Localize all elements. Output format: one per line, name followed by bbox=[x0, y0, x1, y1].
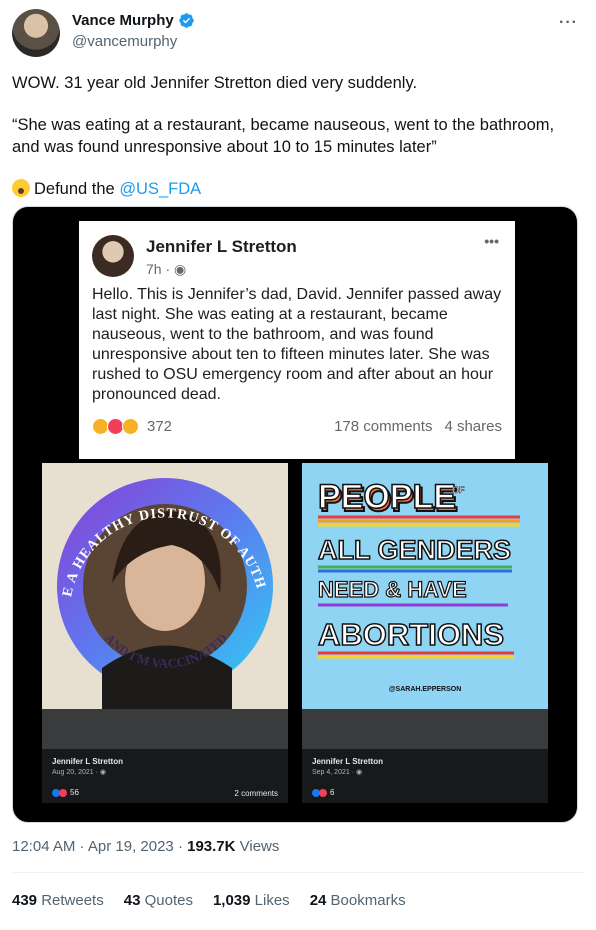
tweet-meta: 12:04 AM · Apr 19, 2023 · 193.7K Views bbox=[12, 838, 279, 855]
likes-count: 1,039 bbox=[212, 892, 251, 909]
fb-post-name: Jennifer L Stretton bbox=[146, 237, 297, 256]
fb-more-icon: ••• bbox=[484, 233, 499, 249]
wow-reaction-icon bbox=[122, 418, 139, 435]
retweets-stat[interactable]: 439 Retweets bbox=[12, 892, 104, 909]
more-icon[interactable]: ··· bbox=[559, 14, 578, 32]
poster-line-2: ALL GENDERS bbox=[318, 535, 511, 565]
tweet-line-3: Defund the @US_FDA bbox=[12, 178, 582, 200]
fb-post-body: Hello. This is Jennifer’s dad, David. Je… bbox=[92, 286, 502, 403]
bookmarks-stat[interactable]: 24 Bookmarks bbox=[310, 892, 406, 909]
card-separator bbox=[42, 709, 288, 749]
exploding-head-emoji bbox=[12, 179, 30, 197]
poster-line-1: PEOPLE bbox=[318, 478, 456, 516]
views-count: 193.7K bbox=[187, 838, 236, 855]
verified-icon bbox=[178, 13, 194, 28]
right-card-date-text: Sep 4, 2021 · bbox=[312, 769, 356, 776]
tweet-timestamp[interactable]: 12:04 AM · Apr 19, 2023 · bbox=[12, 838, 187, 855]
quotes-stat[interactable]: 43 Quotes bbox=[124, 892, 193, 909]
globe-icon: ◉ bbox=[174, 261, 187, 277]
poster-credit: @SARAH.EPPERSON bbox=[389, 686, 462, 693]
love-reaction-icon bbox=[319, 788, 327, 797]
fb-post-time-text: 7h · bbox=[146, 261, 175, 277]
abortion-poster-image: PEOPLE PEOPLE OF ALL GENDERS NEED & HAVE… bbox=[302, 463, 548, 709]
author-handle[interactable]: @vancemurphy bbox=[72, 33, 177, 50]
left-card-comments: 2 comments bbox=[234, 789, 278, 798]
bookmarks-count: 24 bbox=[309, 892, 327, 909]
retweets-label: Retweets bbox=[37, 892, 104, 909]
fb-post-time: 7h · ◉ bbox=[146, 261, 186, 278]
right-card-name: Jennifer L Stretton bbox=[312, 757, 383, 766]
quotes-label: Quotes bbox=[140, 892, 193, 909]
left-card-name: Jennifer L Stretton bbox=[52, 757, 123, 766]
globe-icon: ◉ bbox=[355, 769, 363, 776]
left-card-reaction-count: 56 bbox=[70, 788, 79, 797]
right-card-reactions: 6 bbox=[312, 788, 334, 797]
likes-stat[interactable]: 1,039 Likes bbox=[213, 892, 290, 909]
views-label: Views bbox=[235, 838, 280, 855]
engagement-stats: 439 Retweets 43 Quotes 1,039 Likes 24 Bo… bbox=[12, 892, 406, 909]
vaccinated-profile-photo: I HAVE A HEALTHY DISTRUST OF AUTHORITY A… bbox=[42, 463, 288, 709]
facebook-post: Jennifer L Stretton 7h · ◉ ••• Hello. Th… bbox=[79, 221, 515, 459]
author-name-row[interactable]: Vance Murphy bbox=[72, 12, 195, 29]
poster-line-3: NEED & HAVE bbox=[318, 577, 467, 602]
left-card-date: Aug 20, 2021 · ◉ bbox=[52, 768, 106, 776]
fb-photo-card-right: PEOPLE PEOPLE OF ALL GENDERS NEED & HAVE… bbox=[302, 463, 548, 803]
quotes-count: 43 bbox=[123, 892, 141, 909]
tweet-line-2: “She was eating at a restaurant, became … bbox=[12, 116, 559, 156]
right-card-date: Sep 4, 2021 · ◉ bbox=[312, 768, 362, 776]
fb-reactions: 372 bbox=[92, 418, 172, 435]
left-card-reactions: 56 bbox=[52, 788, 79, 797]
love-reaction-icon bbox=[59, 788, 67, 797]
right-card-reaction-count: 6 bbox=[330, 788, 335, 797]
fb-avatar bbox=[92, 235, 134, 277]
fb-photo-card-left: I HAVE A HEALTHY DISTRUST OF AUTHORITY A… bbox=[42, 463, 288, 803]
fb-reaction-count: 372 bbox=[147, 418, 173, 435]
left-card-date-text: Aug 20, 2021 · bbox=[52, 769, 100, 776]
author-avatar[interactable] bbox=[12, 9, 60, 57]
divider bbox=[12, 872, 584, 873]
fb-stats: 178 comments 4 shares bbox=[334, 418, 502, 435]
bookmarks-label: Bookmarks bbox=[326, 892, 406, 909]
author-display-name[interactable]: Vance Murphy bbox=[72, 12, 174, 29]
card-separator bbox=[302, 709, 548, 749]
fb-shares: 4 shares bbox=[444, 418, 502, 435]
poster-line-4: ABORTIONS bbox=[318, 617, 504, 652]
poster-of: OF bbox=[452, 485, 465, 495]
tweet-media-image[interactable]: Jennifer L Stretton 7h · ◉ ••• Hello. Th… bbox=[12, 206, 578, 823]
fb-comments: 178 comments bbox=[334, 418, 433, 435]
retweets-count: 439 bbox=[12, 892, 38, 909]
tweet-text: WOW. 31 year old Jennifer Stretton died … bbox=[12, 72, 582, 220]
mention-link[interactable]: @US_FDA bbox=[119, 180, 201, 198]
likes-label: Likes bbox=[250, 892, 290, 909]
tweet-line-1: WOW. 31 year old Jennifer Stretton died … bbox=[12, 74, 418, 92]
globe-icon: ◉ bbox=[99, 769, 106, 776]
tweet-line-3-text: Defund the bbox=[34, 180, 120, 198]
